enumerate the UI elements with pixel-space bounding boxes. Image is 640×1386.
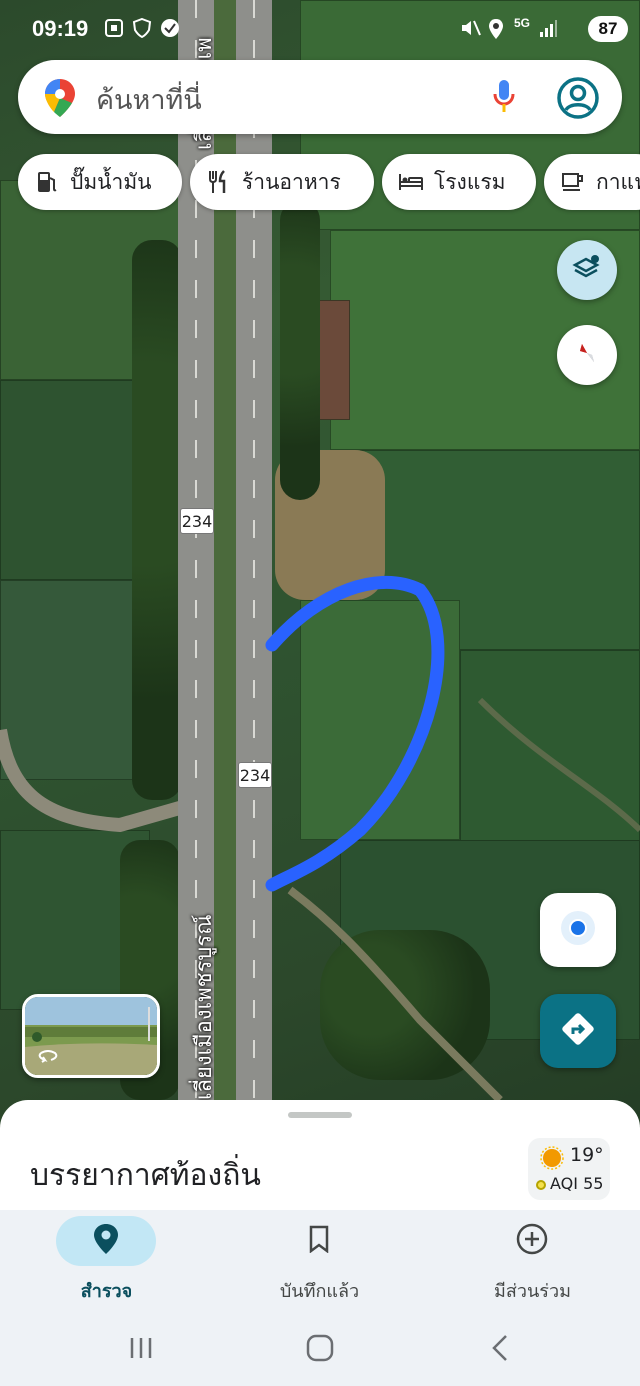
active-pill [56, 1216, 156, 1266]
location-pin-icon [93, 1223, 119, 1259]
layers-button[interactable] [557, 240, 617, 300]
street-view-thumbnail[interactable] [22, 994, 160, 1078]
battery-level: 87 [588, 16, 628, 42]
restaurant-icon [206, 169, 232, 195]
search-input[interactable]: ค้นหาที่นี่ [96, 78, 202, 121]
hotel-icon [398, 169, 424, 195]
chip-gas-station[interactable]: ปั๊มน้ำมัน [18, 154, 182, 210]
compass-icon [572, 338, 602, 372]
signal-icon [538, 18, 558, 43]
nav-contribute[interactable]: มีส่วนร่วม [426, 1210, 639, 1310]
add-circle-icon [516, 1223, 548, 1259]
directions-button[interactable] [540, 994, 616, 1068]
nav-saved[interactable]: บันทึกแล้ว [213, 1210, 426, 1310]
nav-label: สำรวจ [80, 1281, 133, 1302]
back-icon[interactable] [490, 1334, 510, 1366]
coffee-icon [560, 169, 586, 195]
aqi-dot-icon [536, 1180, 546, 1190]
sun-icon [540, 1146, 564, 1174]
home-icon[interactable] [306, 1334, 334, 1366]
system-navigation-bar [0, 1310, 640, 1386]
my-location-button[interactable] [540, 893, 616, 967]
weather-card[interactable]: 19° AQI 55 [528, 1138, 610, 1200]
check-circle-icon [160, 18, 180, 43]
explore-sheet[interactable]: บรรยากาศท้องถิ่น 19° AQI 55 [0, 1100, 640, 1210]
account-icon[interactable] [556, 76, 600, 124]
layers-icon [572, 253, 602, 287]
shield-icon [132, 17, 152, 43]
aqi-value: AQI 55 [550, 1174, 604, 1193]
bottom-navigation: สำรวจ บันทึกแล้ว มีส่วนร่วม [0, 1210, 640, 1310]
location-icon [488, 18, 504, 45]
chip-coffee[interactable]: กาแฟ [544, 154, 640, 210]
rotate-360-icon [37, 1049, 59, 1069]
mute-icon [460, 18, 482, 43]
temperature: 19° [570, 1144, 604, 1166]
chip-restaurant[interactable]: ร้านอาหาร [190, 154, 374, 210]
recent-apps-icon[interactable] [128, 1336, 154, 1364]
clock: 09:19 [32, 16, 89, 41]
maps-logo-icon [44, 78, 76, 122]
nav-label: บันทึกแล้ว [279, 1281, 360, 1302]
category-chips: ปั๊มน้ำมัน ร้านอาหาร โรงแรม กาแฟ [18, 154, 640, 210]
network-type: 5G [514, 16, 531, 30]
screenshot-icon [104, 18, 124, 43]
my-location-icon [558, 908, 598, 952]
sheet-title: บรรยากาศท้องถิ่น [30, 1158, 261, 1193]
search-bar[interactable]: ค้นหาที่นี่ [18, 60, 622, 134]
nav-explore[interactable]: สำรวจ [0, 1210, 213, 1310]
nav-label: มีส่วนร่วม [494, 1281, 571, 1302]
microphone-icon[interactable] [492, 78, 516, 118]
gas-station-icon [34, 169, 60, 195]
bookmark-icon [308, 1225, 330, 1257]
drag-handle[interactable] [288, 1112, 352, 1118]
status-bar: 09:19 5G 87 [0, 0, 640, 58]
directions-icon [558, 1009, 598, 1053]
chip-hotel[interactable]: โรงแรม [382, 154, 536, 210]
compass-button[interactable] [557, 325, 617, 385]
